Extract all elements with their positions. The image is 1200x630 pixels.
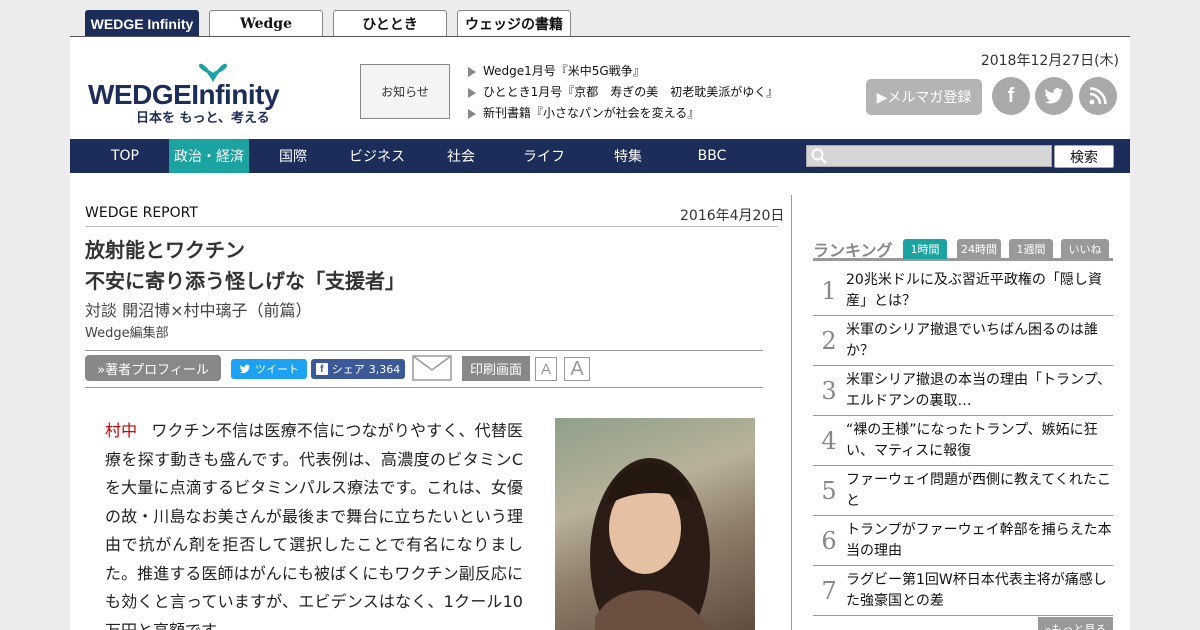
site-tab-books[interactable]: ウェッジの書籍 [457, 10, 571, 37]
rank-number: 6 [821, 526, 837, 555]
site-logo[interactable]: WEDGEInfinity 日本を もっと、考える [88, 57, 318, 127]
triangle-icon [468, 108, 476, 119]
nav-item-life[interactable]: ライフ [505, 139, 583, 173]
column-divider [791, 195, 792, 630]
author-profile-button[interactable]: »著者プロフィール [85, 355, 221, 381]
notice-button[interactable]: お知らせ [360, 64, 450, 119]
article-date: 2016年4月20日 [680, 208, 785, 224]
search-button[interactable]: 検索 [1054, 145, 1114, 168]
share-count: 3,364 [368, 362, 401, 376]
ranking-item-title: 米軍シリア撤退の本当の理由「トランプ、エルドアンの裏取… [846, 371, 1112, 409]
rank-number: 2 [821, 326, 837, 355]
ranking-tab-1w[interactable]: 1週間 [1009, 239, 1053, 259]
speaker-name: 村中 [105, 421, 138, 440]
main-nav: TOP 政治・経済 国際 ビジネス 社会 ライフ 特集 BBC 検索 [70, 139, 1130, 173]
nav-item-society[interactable]: 社会 [426, 139, 496, 173]
ranking-item[interactable]: 7 ラグビー第1回W杯日本代表主将が痛感した強豪国との差 [813, 566, 1113, 616]
divider [85, 387, 763, 388]
nav-item-business[interactable]: ビジネス [337, 139, 417, 173]
ranking-item[interactable]: 6 トランプがファーウェイ幹部を捕らえた本当の理由 [813, 516, 1113, 566]
rank-number: 1 [821, 276, 837, 305]
article-title: 放射能とワクチン 不安に寄り添う怪しげな「支援者」 [85, 238, 405, 293]
ranking-item-title: ファーウェイ問題が西側に教えてくれたこと [846, 471, 1111, 509]
triangle-icon [468, 66, 476, 77]
tweet-button[interactable]: ツイート [231, 359, 307, 379]
article-photo [555, 418, 755, 630]
nav-item-international[interactable]: 国際 [258, 139, 328, 173]
facebook-share-button[interactable]: f シェア 3,364 [311, 359, 405, 379]
rank-number: 3 [821, 376, 837, 405]
ranking-header: ランキング 1時間 24時間 1週間 いいね [813, 235, 1113, 261]
newsletter-button[interactable]: ▶メルマガ登録 [866, 79, 982, 115]
news-list: Wedge1月号『米中5G戦争』 ひととき1月号『京都 寿ぎの美 初老耽美派がゆ… [468, 61, 778, 124]
mail-icon[interactable] [412, 355, 452, 381]
site-tab-wedge-infinity[interactable]: WEDGE Infinity [85, 10, 199, 37]
ranking-item-title: ラグビー第1回W杯日本代表主将が痛感した強豪国との差 [846, 571, 1107, 609]
site-tab-wedge[interactable]: Wedge [209, 10, 323, 37]
ranking-list: 1 20兆米ドルに及ぶ習近平政権の「隠し資産」とは？ 2 米軍のシリア撤退でいちばん… [813, 266, 1113, 616]
ranking-item[interactable]: 3 米軍シリア撤退の本当の理由「トランプ、エルドアンの裏取… [813, 366, 1113, 416]
rank-number: 5 [821, 476, 837, 505]
ranking-tab-1h[interactable]: 1時間 [903, 239, 947, 259]
rank-number: 4 [821, 426, 837, 455]
facebook-icon[interactable]: f [992, 77, 1030, 115]
news-item[interactable]: 新刊書籍『小さなパンが社会を変える』 [468, 103, 778, 124]
news-item[interactable]: ひととき1月号『京都 寿ぎの美 初老耽美派がゆく』 [468, 82, 778, 103]
nav-item-politics-economy[interactable]: 政治・経済 [169, 139, 249, 173]
ranking-item[interactable]: 5 ファーウェイ問題が西側に教えてくれたこと [813, 466, 1113, 516]
ranking-item-title: “裸の王様”になったトランプ、嫉妬に狂い、マティスに報復 [846, 421, 1098, 459]
nav-item-bbc[interactable]: BBC [673, 139, 751, 173]
ranking-item[interactable]: 2 米軍のシリア撤退でいちばん困るのは誰か？ [813, 316, 1113, 366]
triangle-icon [468, 87, 476, 98]
article-author: Wedge編集部 [85, 326, 169, 341]
ranking-tab-24h[interactable]: 24時間 [957, 239, 1001, 259]
divider [85, 226, 777, 227]
print-button[interactable]: 印刷画面 [462, 356, 530, 381]
news-item[interactable]: Wedge1月号『米中5G戦争』 [468, 61, 778, 82]
ranking-item-title: 米軍のシリア撤退でいちばん困るのは誰か？ [846, 321, 1098, 359]
header-date: 2018年12月27日(木) [980, 53, 1119, 69]
page-frame: WEDGEInfinity 日本を もっと、考える お知らせ Wedge1月号『… [70, 36, 1130, 630]
article-subtitle: 対談 開沼博×村中璃子（前篇） [85, 301, 312, 320]
logo-tagline: 日本を もっと、考える [136, 111, 270, 126]
facebook-icon: f [315, 363, 328, 375]
article-paragraph: ワクチン不信は医療不信につながりやすく、代替医療を探す動きも盛んです。代表例は、… [105, 421, 523, 630]
portrait-illustration [590, 458, 711, 630]
nav-item-feature[interactable]: 特集 [592, 139, 664, 173]
ranking-title: ランキング [813, 241, 893, 260]
search-icon [811, 148, 827, 164]
ranking-more-button[interactable]: »もっと見る [1038, 617, 1113, 630]
ranking-item[interactable]: 4 “裸の王様”になったトランプ、嫉妬に狂い、マティスに報復 [813, 416, 1113, 466]
rss-icon[interactable] [1079, 77, 1117, 115]
font-small-button[interactable]: A [535, 357, 557, 381]
search-input[interactable] [806, 145, 1052, 167]
ranking-item-title: トランプがファーウェイ幹部を捕らえた本当の理由 [846, 521, 1112, 559]
divider [85, 350, 763, 351]
ranking-tab-likes[interactable]: いいね [1061, 239, 1109, 259]
twitter-icon[interactable] [1035, 77, 1073, 115]
article-category[interactable]: WEDGE REPORT [85, 205, 198, 221]
twitter-icon [239, 364, 250, 374]
site-tab-hitotoki[interactable]: ひととき [333, 10, 447, 37]
font-large-button[interactable]: A [564, 357, 590, 381]
nav-item-top[interactable]: TOP [90, 139, 160, 173]
ranking-item-title: 20兆米ドルに及ぶ習近平政権の「隠し資産」とは？ [846, 271, 1102, 309]
rank-number: 7 [821, 576, 837, 605]
ranking-item[interactable]: 1 20兆米ドルに及ぶ習近平政権の「隠し資産」とは？ [813, 266, 1113, 316]
article-body: 村中 ワクチン不信は医療不信につながりやすく、代替医療を探す動きも盛んです。代表例… [105, 417, 523, 630]
